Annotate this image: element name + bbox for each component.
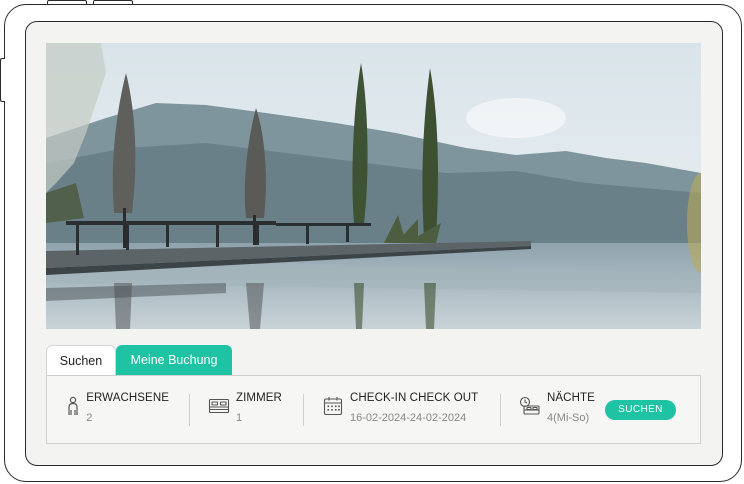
- adults-field[interactable]: ERWACHSENE 2: [65, 391, 169, 429]
- night-bed-icon: [519, 395, 541, 417]
- rooms-label: ZIMMER: [236, 391, 282, 404]
- tablet-side-button: [0, 58, 5, 102]
- nights-value: 4(Mi-So): [547, 411, 590, 424]
- divider: [303, 393, 304, 426]
- bed-icon: [208, 395, 230, 417]
- dates-value: 16-02-2024-24-02-2024: [350, 411, 467, 424]
- tab-meine-buchung[interactable]: Meine Buchung: [116, 345, 232, 375]
- adults-value: 2: [86, 411, 93, 424]
- divider: [500, 393, 501, 426]
- adults-label: ERWACHSENE: [86, 391, 169, 404]
- person-icon: [65, 395, 80, 417]
- rooms-field[interactable]: ZIMMER 1: [208, 391, 303, 429]
- calendar-icon: [322, 395, 344, 417]
- nights-label: NÄCHTE: [547, 391, 595, 404]
- nights-field[interactable]: NÄCHTE 4(Mi-So): [519, 391, 597, 429]
- dates-label: CHECK-IN CHECK OUT: [350, 391, 479, 404]
- tablet-top-button-2: [93, 0, 133, 4]
- tablet-top-button-1: [47, 0, 87, 4]
- divider: [189, 393, 190, 426]
- tab-suchen[interactable]: Suchen: [46, 345, 116, 375]
- dates-field[interactable]: CHECK-IN CHECK OUT 16-02-2024-24-02-2024: [322, 391, 500, 429]
- search-button[interactable]: SUCHEN: [605, 399, 676, 420]
- rooms-value: 1: [236, 411, 243, 424]
- booking-bar: ERWACHSENE 2 ZIMMER 1 CHECK-IN CHECK OUT…: [46, 375, 701, 444]
- booking-tabs: Suchen Meine Buchung: [46, 345, 232, 375]
- tablet-screen: Suchen Meine Buchung ERWACHSENE 2 ZIMMER…: [25, 21, 723, 466]
- hero-image: [46, 43, 701, 329]
